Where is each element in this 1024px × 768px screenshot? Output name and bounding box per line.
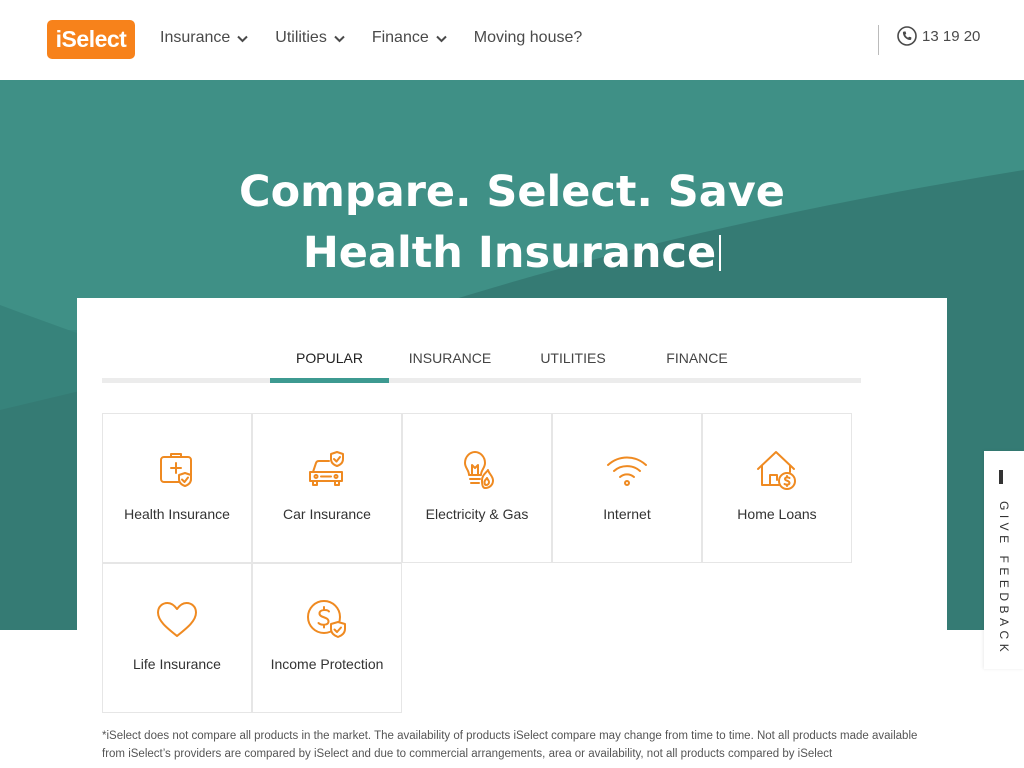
nav-finance-label: Finance — [371, 29, 429, 46]
feedback-marker — [999, 470, 1003, 484]
phone-link[interactable]: 13 19 20 — [897, 26, 980, 46]
disclaimer-text: *iSelect does not compare all products i… — [102, 730, 918, 760]
product-tile-home-loans[interactable]: Home Loans — [702, 413, 852, 563]
first-aid-kit-icon — [160, 453, 192, 487]
category-tabs: POPULAR INSURANCE UTILITIES FINANCE — [102, 338, 861, 383]
product-label: Electricity & Gas — [425, 506, 529, 522]
product-selector-card: POPULAR INSURANCE UTILITIES FINANCE Heal… — [77, 298, 947, 718]
nav-utilities[interactable]: Utilities — [275, 29, 346, 47]
tabs-track — [102, 378, 861, 383]
heart-icon — [157, 602, 197, 637]
product-label: Life Insurance — [133, 656, 221, 672]
phone-number: 13 19 20 — [922, 27, 981, 45]
product-tile-electricity-gas[interactable]: Electricity & Gas — [402, 413, 552, 563]
phone-icon — [897, 26, 917, 46]
product-label: Internet — [603, 506, 651, 522]
nav-moving-house[interactable]: Moving house? — [474, 29, 583, 47]
header-divider — [878, 25, 879, 55]
chevron-down-icon — [334, 35, 345, 42]
chevron-down-icon — [436, 35, 447, 42]
product-label: Home Loans — [737, 506, 817, 522]
give-feedback-tab[interactable]: GIVE FEEDBACK — [984, 451, 1024, 669]
tab-finance[interactable]: FINANCE — [637, 350, 757, 366]
product-label: Health Insurance — [124, 506, 230, 522]
nav-insurance[interactable]: Insurance — [160, 29, 249, 47]
nav-moving-house-label: Moving house? — [473, 29, 583, 46]
product-label: Income Protection — [270, 656, 384, 672]
site-header: iSelect Insurance Utilities Finance Movi… — [0, 0, 1024, 80]
product-label: Car Insurance — [283, 506, 371, 522]
house-dollar-icon — [757, 451, 796, 490]
hero-line-2: Health Insurance — [302, 228, 717, 278]
hero-headline: Compare. Select. Save Health Insurance — [0, 162, 1024, 284]
hero-line-2-wrapper: Health Insurance — [0, 223, 1024, 284]
chevron-down-icon — [237, 35, 248, 42]
product-tile-internet[interactable]: Internet — [552, 413, 702, 563]
hero-line-1: Compare. Select. Save — [239, 167, 785, 217]
active-tab-indicator — [270, 378, 389, 383]
tab-popular[interactable]: POPULAR — [270, 350, 389, 366]
car-shield-icon — [309, 451, 344, 486]
iselect-logo[interactable]: iSelect — [47, 20, 135, 59]
tab-utilities[interactable]: UTILITIES — [513, 350, 633, 366]
product-tile-health-insurance[interactable]: Health Insurance — [102, 413, 252, 563]
bulb-flame-icon — [464, 451, 494, 489]
typing-cursor — [719, 235, 722, 271]
nav-utilities-label: Utilities — [275, 29, 327, 46]
feedback-label: GIVE FEEDBACK — [997, 501, 1011, 657]
nav-finance[interactable]: Finance — [372, 29, 448, 47]
product-tile-income-protection[interactable]: Income Protection — [252, 563, 402, 713]
tab-insurance[interactable]: INSURANCE — [392, 350, 508, 366]
dollar-shield-icon — [307, 600, 346, 638]
product-tile-car-insurance[interactable]: Car Insurance — [252, 413, 402, 563]
product-tile-life-insurance[interactable]: Life Insurance — [102, 563, 252, 713]
main-nav: Insurance Utilities Finance Moving house… — [160, 27, 608, 49]
wifi-icon — [607, 456, 647, 486]
nav-insurance-label: Insurance — [160, 29, 231, 46]
